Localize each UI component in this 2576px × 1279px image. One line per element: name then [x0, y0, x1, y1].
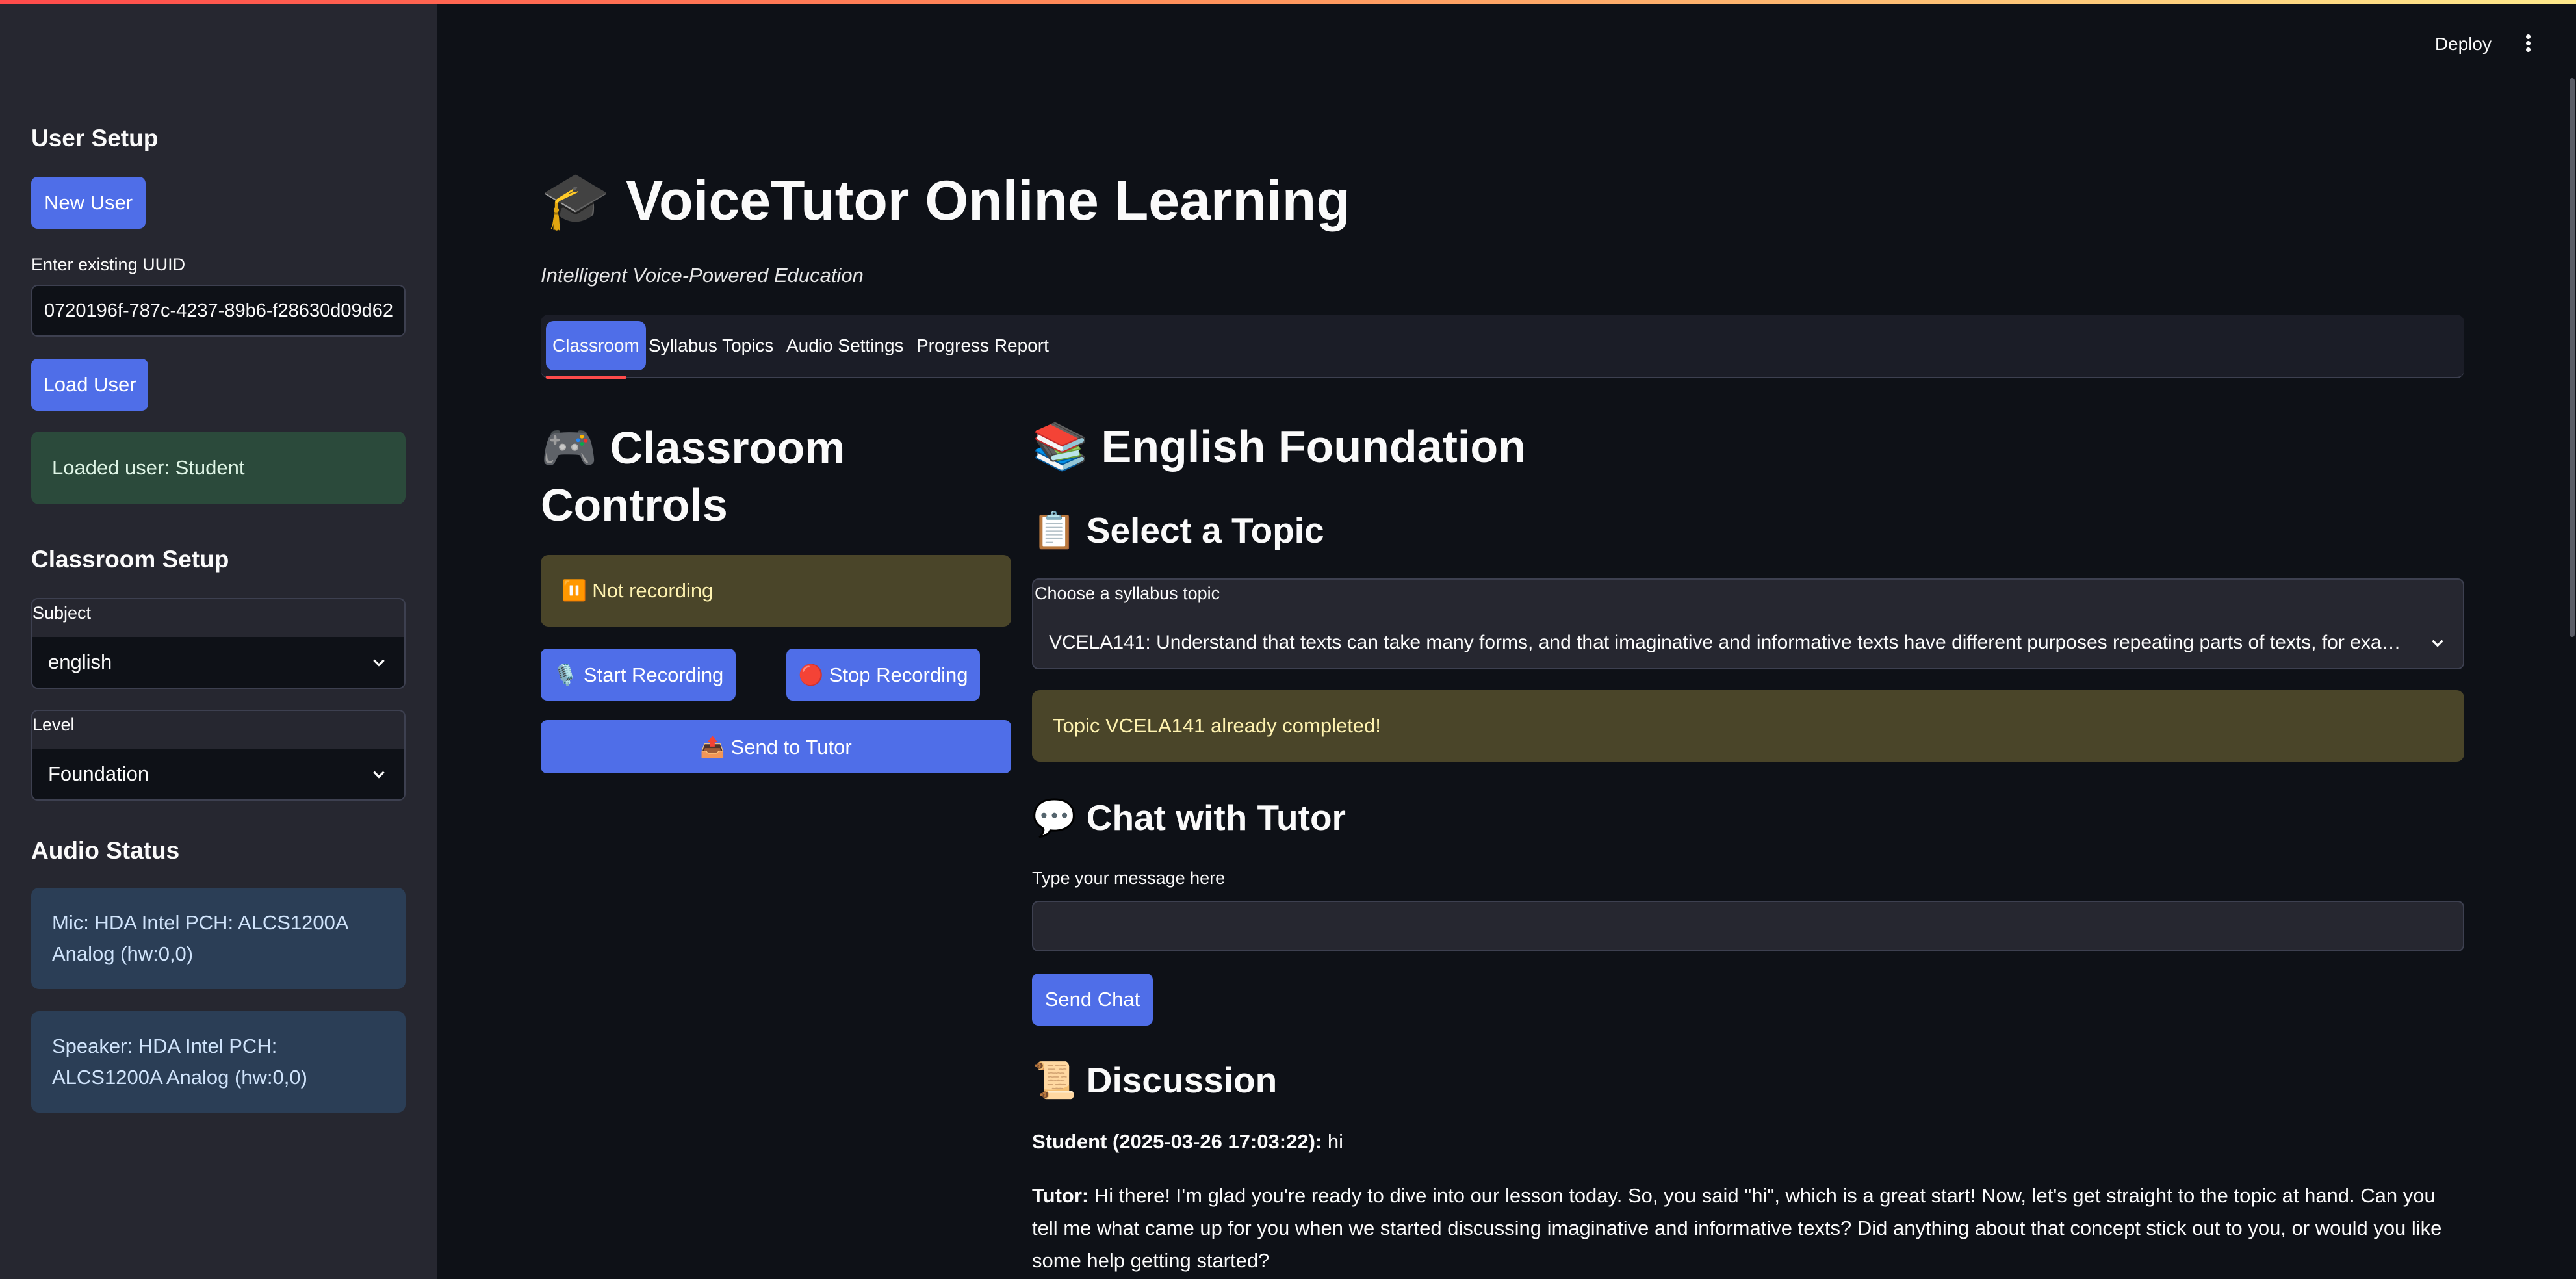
select-topic-heading: 📋 Select a Topic — [1032, 510, 1324, 550]
message-speaker: Student (2025-03-26 17:03:22): — [1032, 1130, 1322, 1153]
topic-select[interactable]: VCELA141: Understand that texts can take… — [1033, 617, 2463, 668]
controls-heading-line1: 🎮 Classroom — [541, 422, 845, 473]
chat-heading: 💬 Chat with Tutor — [1032, 797, 1346, 838]
subject-value: english — [48, 651, 112, 673]
topic-select-group: Choose a syllabus topic VCELA141: Unders… — [1032, 578, 2464, 669]
discussion-message-student: Student (2025-03-26 17:03:22): hi — [1032, 1126, 2462, 1158]
uuid-label: Enter existing UUID — [31, 255, 186, 274]
tab-bar: Classroom Syllabus Topics Audio Settings… — [541, 315, 2464, 378]
page-subtitle: Intelligent Voice-Powered Education — [541, 264, 864, 287]
load-user-button[interactable]: Load User — [31, 359, 148, 411]
discussion-heading: 📜 Discussion — [1032, 1060, 1278, 1100]
subject-label: Subject — [32, 603, 92, 623]
user-setup-heading: User Setup — [31, 125, 159, 151]
message-speaker: Tutor: — [1032, 1184, 1089, 1207]
level-select[interactable]: Foundation — [32, 749, 404, 799]
top-accent-bar — [0, 0, 2576, 4]
topic-select-label: Choose a syllabus topic — [1035, 584, 1220, 603]
level-select-group: Level Foundation — [31, 710, 406, 801]
deploy-button[interactable]: Deploy — [2435, 34, 2492, 55]
active-tab-indicator — [546, 376, 626, 379]
start-recording-button[interactable]: 🎙️ Start Recording — [541, 649, 736, 701]
main-scrollbar[interactable] — [2570, 78, 2575, 637]
send-chat-button[interactable]: Send Chat — [1032, 974, 1153, 1026]
tab-progress-report[interactable]: Progress Report — [916, 321, 1049, 370]
chevron-down-icon — [369, 764, 389, 784]
stop-recording-button[interactable]: 🔴 Stop Recording — [786, 649, 980, 701]
recording-status-alert: ⏸️ Not recording — [541, 555, 1011, 627]
discussion-message-tutor: Tutor: Hi there! I'm glad you're ready t… — [1032, 1180, 2462, 1277]
controls-heading-line2: Controls — [541, 479, 728, 530]
topic-completed-alert: Topic VCELA141 already completed! — [1032, 690, 2464, 762]
level-label: Level — [32, 715, 75, 734]
message-text: hi — [1322, 1130, 1343, 1153]
topic-select-value: VCELA141: Understand that texts can take… — [1049, 632, 2401, 653]
audio-status-heading: Audio Status — [31, 837, 180, 864]
send-to-tutor-button[interactable]: 📤 Send to Tutor — [541, 720, 1011, 773]
sidebar: User Setup New User Enter existing UUID … — [0, 0, 437, 1279]
classroom-setup-heading: Classroom Setup — [31, 546, 229, 573]
chevron-down-icon — [2428, 633, 2447, 652]
more-options-icon[interactable] — [2520, 32, 2536, 56]
tab-classroom[interactable]: Classroom — [546, 321, 646, 370]
loaded-user-alert: Loaded user: Student — [31, 432, 406, 504]
message-text: Hi there! I'm glad you're ready to dive … — [1032, 1184, 2442, 1272]
subject-select[interactable]: english — [32, 637, 404, 688]
chevron-down-icon — [369, 652, 389, 672]
page-title: 🎓 VoiceTutor Online Learning — [541, 170, 1350, 232]
controls-heading: 🎮 Classroom Controls — [541, 420, 845, 534]
speaker-status-alert: Speaker: HDA Intel PCH: ALCS1200A Analog… — [31, 1011, 406, 1113]
tab-syllabus-topics[interactable]: Syllabus Topics — [649, 321, 773, 370]
course-heading: 📚 English Foundation — [1032, 421, 1526, 472]
app-header: Deploy — [437, 0, 2576, 78]
new-user-button[interactable]: New User — [31, 177, 146, 229]
uuid-input[interactable]: 0720196f-787c-4237-89b6-f28630d09d62 — [31, 285, 406, 337]
level-value: Foundation — [48, 762, 149, 785]
tab-audio-settings[interactable]: Audio Settings — [786, 321, 904, 370]
chat-input-label: Type your message here — [1032, 868, 1226, 888]
mic-status-alert: Mic: HDA Intel PCH: ALCS1200A Analog (hw… — [31, 888, 406, 989]
subject-select-group: Subject english — [31, 598, 406, 689]
chat-message-input[interactable] — [1032, 901, 2464, 951]
